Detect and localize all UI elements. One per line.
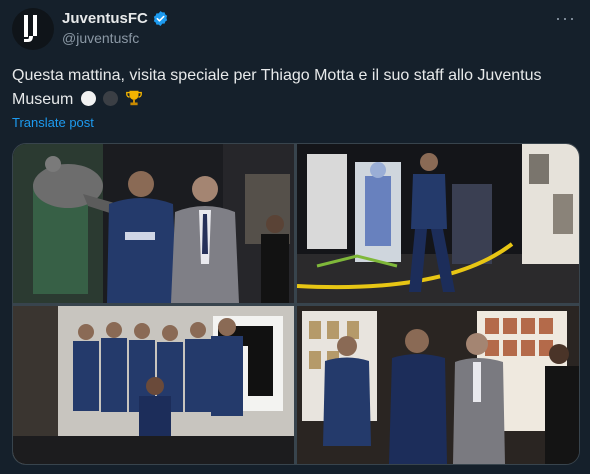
trophy-emoji-icon: [125, 90, 142, 106]
author-info: JuventusFC @juventusfc: [62, 10, 169, 46]
tweet-text: Questa mattina, visita speciale per Thia…: [12, 64, 572, 112]
photo-1-illustration: [13, 144, 294, 303]
translate-post-link[interactable]: Translate post: [12, 115, 94, 130]
black-circle-emoji-icon: [103, 91, 119, 106]
photo-staff-group[interactable]: [13, 306, 294, 464]
media-grid: [12, 143, 580, 465]
verified-badge-icon: [153, 11, 168, 26]
photo-3-illustration: [13, 306, 294, 464]
juventus-j-logo-icon: [24, 15, 37, 42]
photo-museum-trophies-visit[interactable]: [297, 306, 579, 464]
avatar[interactable]: [12, 8, 54, 50]
display-name[interactable]: JuventusFC: [62, 10, 148, 27]
handle[interactable]: @juventusfc: [62, 30, 169, 46]
photo-motta-with-president[interactable]: [13, 144, 294, 303]
photo-4-illustration: [297, 306, 579, 464]
more-options-icon[interactable]: ···: [555, 8, 576, 29]
white-circle-emoji-icon: [80, 91, 96, 106]
tweet-header: JuventusFC @juventusfc ···: [12, 8, 578, 60]
photo-2-illustration: [297, 144, 579, 303]
photo-motta-museum-walk[interactable]: [297, 144, 579, 303]
